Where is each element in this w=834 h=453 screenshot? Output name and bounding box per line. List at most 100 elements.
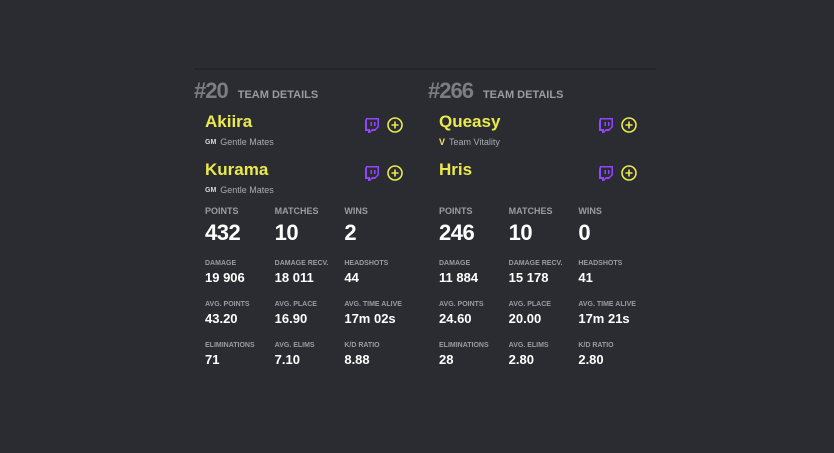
twitch-icon[interactable] [598, 165, 614, 181]
stat-value: 16.90 [274, 311, 308, 326]
player-actions [598, 117, 637, 133]
stat-value: 2.80 [508, 352, 534, 367]
stat-value: 24.60 [439, 311, 472, 326]
stats-row: ELIMINATIONS 28 AVG. ELIMS 2.80 K/D RATI… [439, 342, 648, 367]
player-actions [598, 165, 637, 181]
stat-label: WINS [344, 206, 368, 216]
org-name: Gentle Mates [220, 185, 274, 195]
stat-avg-points: AVG. POINTS 24.60 [439, 301, 509, 326]
stat-value: 10 [508, 220, 533, 245]
stat-label: AVG. TIME ALIVE [344, 301, 402, 308]
team-vitality-logo-icon: V [439, 137, 446, 147]
stat-label: AVG. ELIMS [274, 342, 315, 349]
stat-label: AVG. PLACE [508, 301, 551, 308]
stat-label: HEADSHOTS [344, 260, 389, 267]
stat-value: 18 011 [274, 270, 314, 285]
stats-row: AVG. POINTS 43.20 AVG. PLACE 16.90 AVG. … [205, 301, 414, 326]
player-name: Queasy [439, 112, 501, 131]
stat-label: WINS [578, 206, 602, 216]
stat-wins: WINS 2 [344, 206, 414, 246]
stats-row: AVG. POINTS 24.60 AVG. PLACE 20.00 AVG. … [439, 301, 648, 326]
twitch-icon[interactable] [364, 165, 380, 181]
player-name: Akiira [205, 112, 253, 131]
team-rank: #20 [194, 78, 229, 103]
stat-damage: DAMAGE 19 906 [205, 260, 275, 285]
team-stats: POINTS 246 MATCHES 10 WINS 0 DAMAGE 11 8… [439, 206, 648, 367]
stats-row: ELIMINATIONS 71 AVG. ELIMS 7.10 K/D RATI… [205, 342, 414, 367]
stat-value: 71 [205, 352, 220, 367]
stat-label: MATCHES [274, 206, 319, 216]
stat-points: POINTS 246 [439, 206, 509, 246]
add-circle-icon[interactable] [621, 165, 637, 181]
stat-label: AVG. POINTS [439, 301, 484, 308]
add-circle-icon[interactable] [387, 117, 403, 133]
player-org: GM Gentle Mates [205, 185, 274, 195]
stat-damage-recv: DAMAGE RECV. 15 178 [509, 260, 579, 285]
stat-value: 17m 02s [344, 311, 396, 326]
player-name: Hris [439, 160, 473, 179]
top-divider [194, 68, 656, 70]
add-circle-icon[interactable] [621, 117, 637, 133]
stat-value: 10 [274, 220, 299, 245]
stat-value: 8.88 [344, 352, 370, 367]
gentle-mates-logo-icon: GM [205, 138, 217, 146]
add-circle-icon[interactable] [387, 165, 403, 181]
team-card-left: #20 TEAM DETAILS Akiira GM Gentle Mates … [194, 78, 414, 367]
org-name: Team Vitality [449, 137, 500, 147]
stat-avg-place: AVG. PLACE 16.90 [275, 301, 345, 326]
stats-row: DAMAGE 11 884 DAMAGE RECV. 15 178 HEADSH… [439, 260, 648, 285]
stats-row-main: POINTS 246 MATCHES 10 WINS 0 [439, 206, 648, 246]
stat-value: 432 [205, 220, 241, 245]
stats-row-main: POINTS 432 MATCHES 10 WINS 2 [205, 206, 414, 246]
stat-eliminations: ELIMINATIONS 71 [205, 342, 275, 367]
stat-value: 43.20 [205, 311, 238, 326]
stat-value: 2 [344, 220, 357, 245]
stat-avg-place: AVG. PLACE 20.00 [509, 301, 579, 326]
stat-value: 0 [578, 220, 591, 245]
stat-label: POINTS [205, 206, 239, 216]
team-details-label: TEAM DETAILS [237, 89, 319, 101]
stat-label: DAMAGE RECV. [274, 260, 329, 267]
stat-headshots: HEADSHOTS 44 [344, 260, 414, 285]
stat-matches: MATCHES 10 [509, 206, 579, 246]
stat-wins: WINS 0 [578, 206, 648, 246]
player-card: Akiira GM Gentle Mates [205, 104, 414, 152]
gentle-mates-logo-icon: GM [205, 186, 217, 194]
team-header: #20 TEAM DETAILS [194, 78, 414, 104]
stat-label: HEADSHOTS [578, 260, 623, 267]
stat-matches: MATCHES 10 [275, 206, 345, 246]
player-card: Hris [439, 152, 648, 200]
twitch-icon[interactable] [364, 117, 380, 133]
stat-avg-time-alive: AVG. TIME ALIVE 17m 02s [344, 301, 414, 326]
stat-label: AVG. POINTS [205, 301, 250, 308]
stat-label: K/D RATIO [578, 342, 614, 349]
stat-label: ELIMINATIONS [439, 342, 489, 349]
stat-value: 28 [439, 352, 454, 367]
stat-label: POINTS [439, 206, 473, 216]
player-name: Kurama [205, 160, 269, 179]
stat-label: ELIMINATIONS [205, 342, 255, 349]
player-card: Kurama GM Gentle Mates [205, 152, 414, 200]
stat-label: MATCHES [508, 206, 553, 216]
stat-label: AVG. PLACE [274, 301, 317, 308]
stat-avg-time-alive: AVG. TIME ALIVE 17m 21s [578, 301, 648, 326]
stat-label: AVG. TIME ALIVE [578, 301, 636, 308]
player-actions [364, 117, 403, 133]
team-rank: #266 [428, 78, 474, 103]
stat-value: 2.80 [578, 352, 604, 367]
stat-points: POINTS 432 [205, 206, 275, 246]
org-name: Gentle Mates [220, 137, 274, 147]
stat-label: AVG. ELIMS [508, 342, 549, 349]
twitch-icon[interactable] [598, 117, 614, 133]
player-org: GM Gentle Mates [205, 137, 274, 147]
stat-label: DAMAGE RECV. [508, 260, 563, 267]
stat-damage-recv: DAMAGE RECV. 18 011 [275, 260, 345, 285]
stat-kd-ratio: K/D RATIO 8.88 [344, 342, 414, 367]
stat-kd-ratio: K/D RATIO 2.80 [578, 342, 648, 367]
stat-value: 7.10 [274, 352, 300, 367]
stat-headshots: HEADSHOTS 41 [578, 260, 648, 285]
stats-row: DAMAGE 19 906 DAMAGE RECV. 18 011 HEADSH… [205, 260, 414, 285]
stat-value: 41 [578, 270, 593, 285]
stat-label: DAMAGE [205, 260, 237, 267]
stat-damage: DAMAGE 11 884 [439, 260, 509, 285]
